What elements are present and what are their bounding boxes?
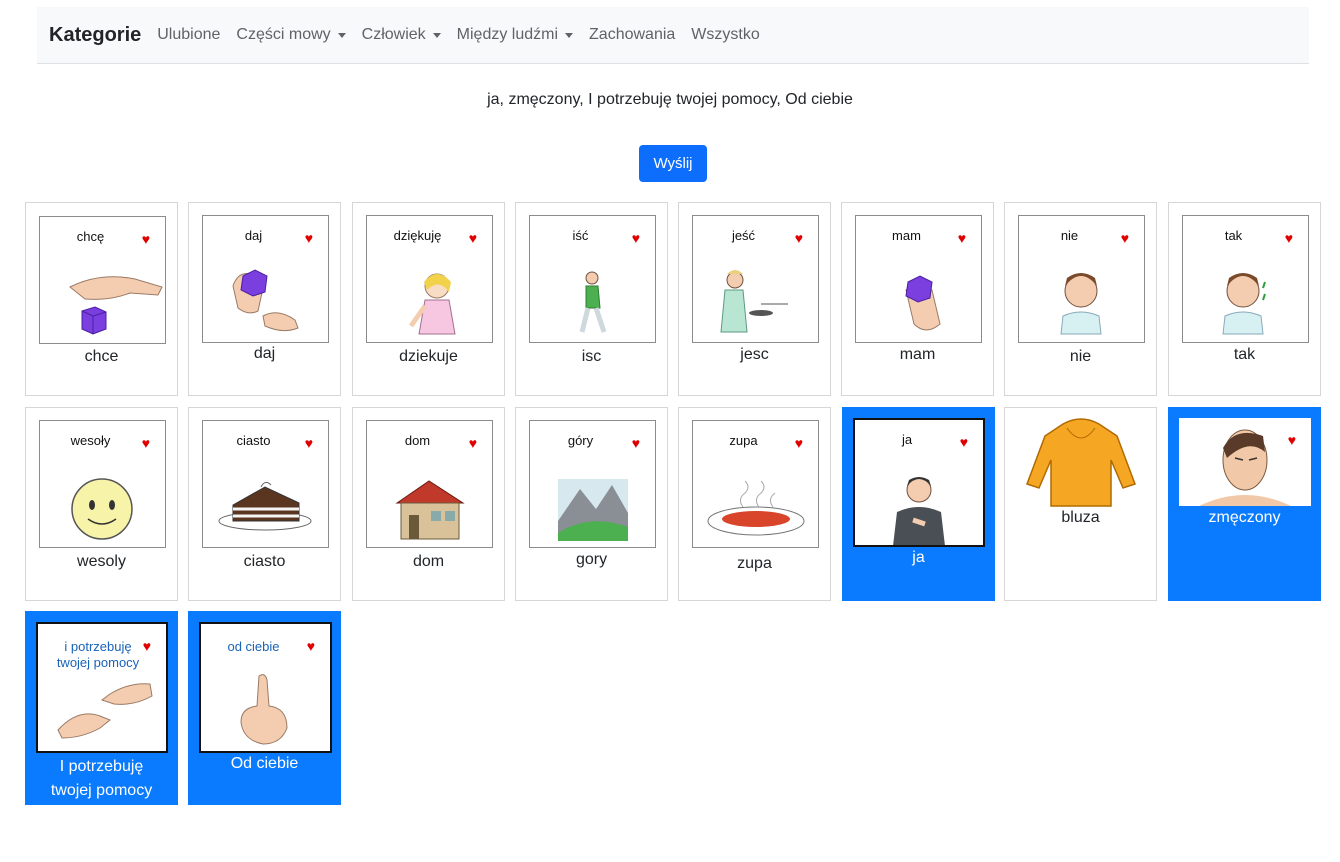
- smiley-face-icon: [71, 478, 133, 540]
- cake-slice-icon: [218, 481, 312, 531]
- send-button[interactable]: Wyślij: [639, 145, 707, 182]
- favorite-heart-icon[interactable]: ♥: [1288, 433, 1296, 447]
- pictogram-image: daj ♥: [202, 215, 329, 343]
- pictogram-image: dziękuję ♥: [366, 215, 493, 343]
- pictogram-image: jeść ♥: [692, 215, 819, 343]
- pictogram-image: chcę ♥: [39, 216, 166, 344]
- hand-holding-cube-icon: [905, 275, 941, 331]
- nav-label: Wszystko: [691, 26, 760, 43]
- nav-label: Części mowy: [236, 26, 331, 43]
- chevron-down-icon: [565, 32, 574, 38]
- pictogram-card-od-ciebie[interactable]: od ciebie ♥ Od ciebie: [188, 611, 341, 805]
- pictogram-image: ja ♥: [853, 418, 985, 547]
- card-label: wesoly: [77, 553, 126, 570]
- card-label: daj: [253, 345, 276, 362]
- pictogram-image: nie ♥: [1018, 215, 1145, 343]
- card-label: dom: [412, 553, 445, 570]
- house-icon: [395, 480, 465, 540]
- card-label: chce: [84, 348, 119, 365]
- soup-bowl-icon: [707, 480, 805, 536]
- pictogram-image: iść ♥: [529, 215, 656, 343]
- pictogram-image: wesoły ♥: [39, 420, 166, 548]
- pointing-finger-icon: [240, 674, 288, 745]
- card-label: mam: [899, 346, 936, 363]
- card-label: Od ciebie: [230, 755, 299, 772]
- pictogram-card-jesc[interactable]: jeść ♥ jesc: [678, 202, 831, 396]
- pictogram-card-daj[interactable]: daj ♥ daj: [188, 202, 341, 396]
- pictogram-card-bluza[interactable]: ♥ bluza: [1004, 407, 1157, 601]
- pictogram-card-tak[interactable]: tak ♥ tak: [1168, 202, 1321, 396]
- card-label: gory: [575, 551, 608, 568]
- nav-item-miedzy-ludzmi[interactable]: Między ludźmi: [456, 26, 574, 44]
- pictogram-image: zupa ♥: [692, 420, 819, 548]
- hand-cube-icon: [69, 276, 163, 335]
- boy-nodding-icon: [1222, 273, 1266, 335]
- pictogram-card-dom[interactable]: dom ♥ dom: [352, 407, 505, 601]
- pictogram-card-dziekuje[interactable]: dziękuję ♥ dziekuje: [352, 202, 505, 396]
- give-hands-icon: [232, 269, 299, 332]
- pictogram-card-wesoly[interactable]: wesoły ♥ wesoly: [25, 407, 178, 601]
- pictogram-card-zmeczony[interactable]: ♥ zmęczony: [1168, 407, 1321, 601]
- pictogram-image: mam ♥: [855, 215, 982, 343]
- nav-item-czlowiek[interactable]: Człowiek: [362, 26, 441, 44]
- pictogram-image: i potrzebuję twojej pomocy ♥: [36, 622, 168, 753]
- card-label: zmęczony: [1208, 509, 1281, 526]
- category-navbar: Kategorie Ulubione Części mowy Człowiek …: [37, 7, 1309, 64]
- card-label: zupa: [737, 555, 772, 572]
- helping-hands-icon: [57, 683, 153, 739]
- girl-thanks-icon: [408, 273, 456, 335]
- pictogram-card-isc[interactable]: iść ♥ isc: [515, 202, 668, 396]
- pictogram-card-nie[interactable]: nie ♥ nie: [1004, 202, 1157, 396]
- boy-shaking-head-icon: [1060, 273, 1102, 335]
- pictogram-card-chce[interactable]: chcę ♥ chce: [25, 202, 178, 396]
- hoodie-icon: [1026, 418, 1136, 507]
- nav-item-wszystko[interactable]: Wszystko: [691, 26, 759, 44]
- card-label: ciasto: [243, 553, 286, 570]
- card-label: ja: [912, 549, 925, 566]
- card-label: isc: [581, 348, 602, 365]
- card-label: jesc: [740, 346, 769, 363]
- pictogram-image: ciasto ♥: [202, 420, 329, 548]
- pictogram-card-gory[interactable]: góry ♥ gory: [515, 407, 668, 601]
- chevron-down-icon: [432, 32, 441, 38]
- nav-label: Między ludźmi: [456, 26, 559, 43]
- card-label: dziekuje: [399, 348, 458, 365]
- nav-label: Zachowania: [589, 26, 676, 43]
- navbar-brand[interactable]: Kategorie: [49, 24, 141, 47]
- walking-man-icon: [579, 271, 607, 333]
- nav-item-zachowania[interactable]: Zachowania: [589, 26, 675, 44]
- pictogram-image: ♥: [1179, 418, 1311, 506]
- card-label: I potrzebuję twojej pomocy: [50, 758, 153, 799]
- pictogram-card-ciasto[interactable]: ciasto ♥ ciasto: [188, 407, 341, 601]
- pictogram-image: od ciebie ♥: [199, 622, 332, 753]
- chevron-down-icon: [337, 32, 346, 38]
- pictogram-image: góry ♥: [529, 420, 656, 548]
- card-label: nie: [1069, 348, 1092, 365]
- nav-label: Człowiek: [361, 26, 426, 43]
- nav-item-czesci-mowy[interactable]: Części mowy: [236, 26, 346, 44]
- pictogram-card-i-potrzebuje-twojej-pomocy[interactable]: i potrzebuję twojej pomocy ♥ I potrzebuj…: [25, 611, 178, 805]
- man-pointing-self-icon: [893, 477, 945, 545]
- pictogram-image: tak ♥: [1182, 215, 1309, 343]
- nav-label: Ulubione: [157, 26, 221, 43]
- mountains-icon: [558, 479, 628, 541]
- pictogram-card-mam[interactable]: mam ♥ mam: [841, 202, 994, 396]
- pictogram-card-zupa[interactable]: zupa ♥ zupa: [678, 407, 831, 601]
- composed-sentence: ja, zmęczony, I potrzebuję twojej pomocy…: [487, 91, 853, 108]
- nav-item-ulubione[interactable]: Ulubione: [157, 26, 220, 44]
- card-label: bluza: [1061, 509, 1100, 526]
- pictogram-image: dom ♥: [366, 420, 493, 548]
- eating-person-icon: [720, 270, 788, 333]
- card-label: tak: [1233, 346, 1256, 363]
- pictogram-card-ja[interactable]: ja ♥ ja: [842, 407, 995, 601]
